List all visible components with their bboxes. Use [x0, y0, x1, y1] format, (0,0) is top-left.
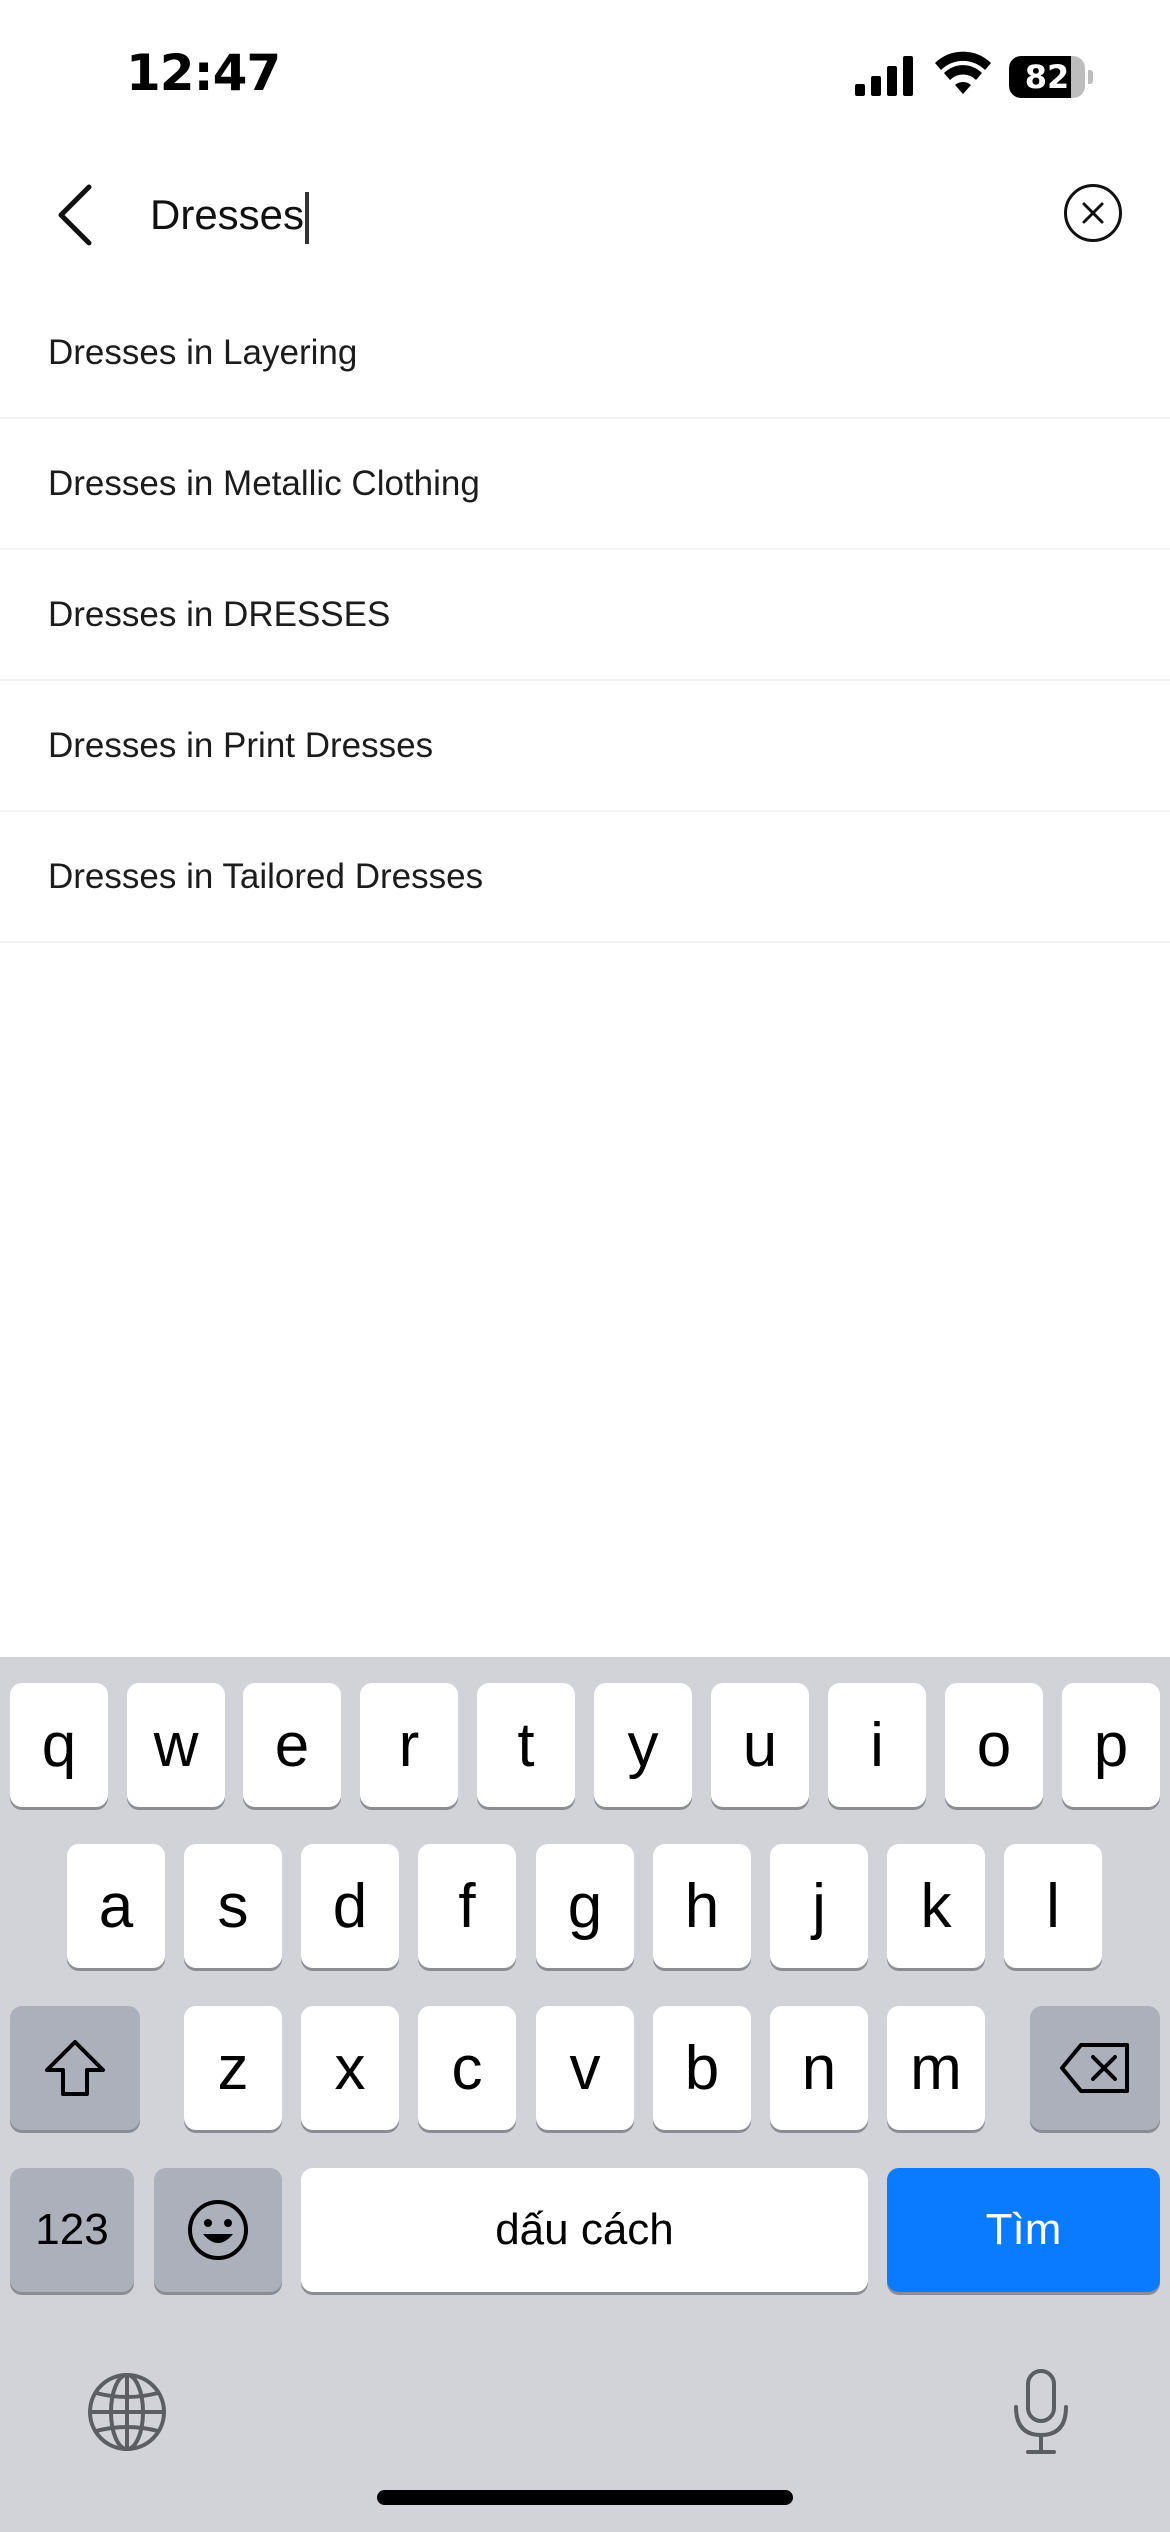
status-bar: 12:47 82 — [0, 0, 1170, 150]
cellular-signal-icon — [855, 56, 913, 96]
search-key[interactable]: Tìm — [887, 2168, 1160, 2292]
key-b[interactable]: b — [653, 2006, 751, 2130]
key-f[interactable]: f — [418, 1844, 516, 1968]
clear-search-button[interactable] — [1064, 184, 1122, 242]
space-key[interactable]: dấu cách — [301, 2168, 868, 2292]
key-d[interactable]: d — [301, 1844, 399, 1968]
shift-icon — [45, 2040, 105, 2096]
suggestion-item[interactable]: Dresses in DRESSES — [0, 550, 1170, 681]
suggestion-item[interactable]: Dresses in Print Dresses — [0, 681, 1170, 812]
suggestion-item[interactable]: Dresses in Tailored Dresses — [0, 812, 1170, 943]
key-i[interactable]: i — [828, 1683, 926, 1807]
key-l[interactable]: l — [1004, 1844, 1102, 1968]
wifi-icon — [935, 51, 991, 94]
text-caret — [305, 191, 310, 244]
suggestion-item[interactable]: Dresses in Metallic Clothing — [0, 419, 1170, 550]
shift-key[interactable] — [10, 2006, 140, 2130]
search-input[interactable]: Dresses — [150, 175, 310, 255]
back-button[interactable] — [40, 170, 110, 260]
delete-key[interactable] — [1030, 2006, 1160, 2130]
key-w[interactable]: w — [127, 1683, 225, 1807]
key-t[interactable]: t — [477, 1683, 575, 1807]
suggestion-list: Dresses in Layering Dresses in Metallic … — [0, 288, 1170, 943]
close-icon — [1082, 202, 1104, 224]
emoji-key[interactable] — [154, 2168, 282, 2292]
key-v[interactable]: v — [536, 2006, 634, 2130]
chevron-left-icon — [58, 184, 92, 246]
key-x[interactable]: x — [301, 2006, 399, 2130]
key-n[interactable]: n — [770, 2006, 868, 2130]
key-h[interactable]: h — [653, 1844, 751, 1968]
globe-button[interactable] — [82, 2367, 172, 2457]
microphone-icon — [1014, 2369, 1068, 2454]
key-z[interactable]: z — [184, 2006, 282, 2130]
battery-icon: 82 — [1009, 56, 1093, 98]
suggestion-item[interactable]: Dresses in Layering — [0, 288, 1170, 419]
status-time: 12:47 — [126, 44, 281, 102]
emoji-icon — [188, 2200, 248, 2260]
key-u[interactable]: u — [711, 1683, 809, 1807]
key-y[interactable]: y — [594, 1683, 692, 1807]
backspace-icon — [1060, 2043, 1129, 2093]
key-r[interactable]: r — [360, 1683, 458, 1807]
key-m[interactable]: m — [887, 2006, 985, 2130]
search-input-value: Dresses — [150, 191, 305, 238]
key-o[interactable]: o — [945, 1683, 1043, 1807]
home-indicator — [377, 2490, 793, 2505]
dictation-button[interactable] — [996, 2362, 1086, 2462]
key-j[interactable]: j — [770, 1844, 868, 1968]
key-s[interactable]: s — [184, 1844, 282, 1968]
key-q[interactable]: q — [10, 1683, 108, 1807]
search-header: Dresses — [0, 160, 1170, 270]
numbers-key[interactable]: 123 — [10, 2168, 134, 2292]
key-e[interactable]: e — [243, 1683, 341, 1807]
key-g[interactable]: g — [536, 1844, 634, 1968]
globe-icon — [88, 2373, 166, 2451]
key-a[interactable]: a — [67, 1844, 165, 1968]
key-p[interactable]: p — [1062, 1683, 1160, 1807]
keyboard: q w e r t y u i o p a s d f g h j k l z … — [0, 1657, 1170, 2532]
key-k[interactable]: k — [887, 1844, 985, 1968]
key-c[interactable]: c — [418, 2006, 516, 2130]
battery-level: 82 — [1024, 58, 1070, 96]
